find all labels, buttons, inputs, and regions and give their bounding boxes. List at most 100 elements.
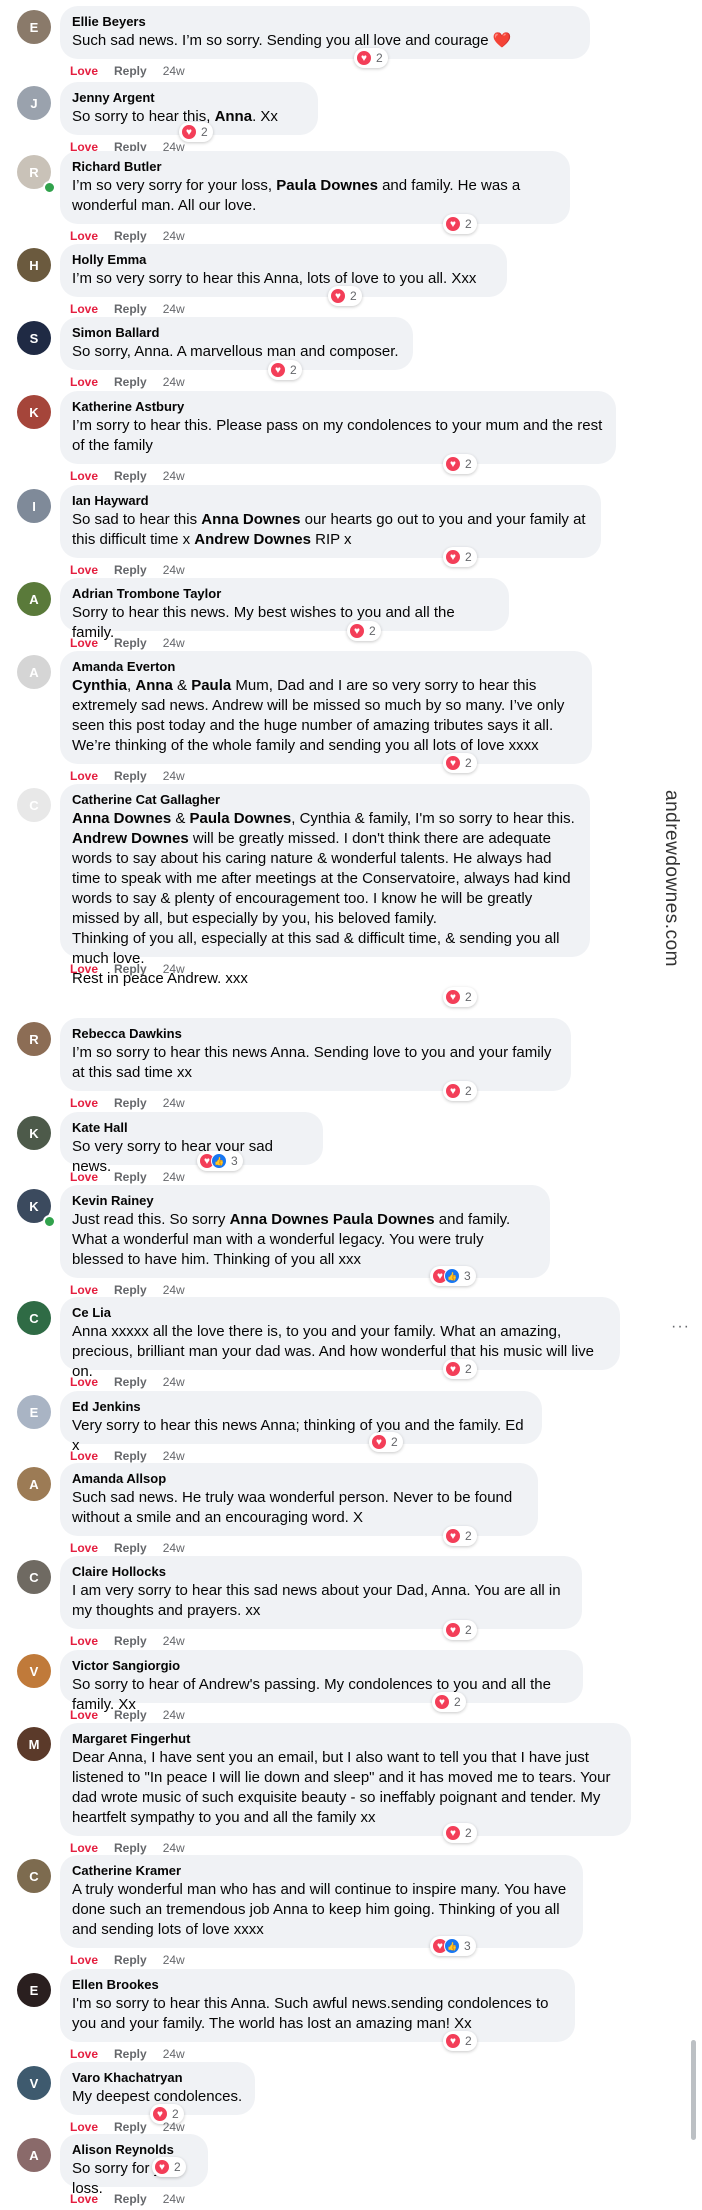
avatar[interactable]: A [17,1467,51,1501]
love-button[interactable]: Love [70,1841,98,1855]
love-button[interactable]: Love [70,64,98,78]
love-button[interactable]: Love [70,469,98,483]
reply-button[interactable]: Reply [114,1841,147,1855]
reply-button[interactable]: Reply [114,1634,147,1648]
reaction-summary[interactable]: ♥ 2 [432,1692,466,1712]
comment-author[interactable]: Jenny Argent [72,89,306,106]
comment-timestamp[interactable]: 24w [163,375,185,389]
reply-button[interactable]: Reply [114,1708,147,1722]
love-button[interactable]: Love [70,1096,98,1110]
reply-button[interactable]: Reply [114,2047,147,2061]
avatar[interactable]: E [17,1395,51,1429]
avatar[interactable]: K [17,395,51,429]
reaction-summary[interactable]: ♥ 2 [443,1526,477,1546]
comment-author[interactable]: Ellen Brookes [72,1976,563,1993]
love-button[interactable]: Love [70,1283,98,1297]
comment-author[interactable]: Ellie Beyers [72,13,578,30]
comment-timestamp[interactable]: 24w [163,1375,185,1389]
avatar[interactable]: K [17,1116,51,1150]
reaction-summary[interactable]: ♥ 2 [369,1432,403,1452]
love-button[interactable]: Love [70,2192,98,2206]
love-button[interactable]: Love [70,1634,98,1648]
comment-timestamp[interactable]: 24w [163,1096,185,1110]
comment-author[interactable]: Holly Emma [72,251,495,268]
comment-timestamp[interactable]: 24w [163,1953,185,1967]
reaction-summary[interactable]: ♥ 2 [443,753,477,773]
reaction-summary[interactable]: ♥ 2 [443,1620,477,1640]
love-button[interactable]: Love [70,229,98,243]
avatar[interactable]: A [17,2138,51,2172]
comment-timestamp[interactable]: 24w [163,1841,185,1855]
comment-timestamp[interactable]: 24w [163,1170,185,1184]
reply-button[interactable]: Reply [114,1375,147,1389]
comment-timestamp[interactable]: 24w [163,769,185,783]
mention-link[interactable]: Paula Downes [190,810,292,827]
comment-timestamp[interactable]: 24w [163,1708,185,1722]
comment-timestamp[interactable]: 24w [163,302,185,316]
comment-author[interactable]: Catherine Cat Gallagher [72,791,578,808]
comment-timestamp[interactable]: 24w [163,1449,185,1463]
love-button[interactable]: Love [70,1375,98,1389]
reaction-summary[interactable]: ♥ 2 [443,987,477,1007]
love-button[interactable]: Love [70,2120,98,2134]
reaction-summary[interactable]: ♥ 2 [443,2031,477,2051]
avatar[interactable]: H [17,248,51,282]
reply-button[interactable]: Reply [114,636,147,650]
comment-timestamp[interactable]: 24w [163,636,185,650]
comment-timestamp[interactable]: 24w [163,2120,185,2134]
more-options-icon[interactable]: ··· [671,1318,690,1336]
avatar[interactable]: C [17,788,51,822]
comment-timestamp[interactable]: 24w [163,2192,185,2206]
comment-author[interactable]: Amanda Allsop [72,1470,526,1487]
love-button[interactable]: Love [70,769,98,783]
reaction-summary[interactable]: ♥ 2 [443,214,477,234]
reaction-summary[interactable]: ♥ 2 [354,48,388,68]
reaction-summary[interactable]: ♥ 2 [443,454,477,474]
mention-link[interactable]: Paula [191,677,231,694]
avatar[interactable]: S [17,321,51,355]
love-button[interactable]: Love [70,1708,98,1722]
reaction-summary[interactable]: ♥ 👍 3 [197,1151,243,1171]
avatar[interactable]: C [17,1560,51,1594]
reply-button[interactable]: Reply [114,229,147,243]
mention-link[interactable]: Andrew Downes [72,830,189,847]
reply-button[interactable]: Reply [114,1096,147,1110]
mention-link[interactable]: Anna [215,108,253,125]
reply-button[interactable]: Reply [114,1170,147,1184]
love-button[interactable]: Love [70,2047,98,2061]
love-button[interactable]: Love [70,1170,98,1184]
reply-button[interactable]: Reply [114,769,147,783]
mention-link[interactable]: Anna Downes [201,511,300,528]
reply-button[interactable]: Reply [114,2120,147,2134]
reply-button[interactable]: Reply [114,1541,147,1555]
avatar[interactable]: A [17,655,51,689]
comment-author[interactable]: Rebecca Dawkins [72,1025,559,1042]
love-button[interactable]: Love [70,1449,98,1463]
comment-timestamp[interactable]: 24w [163,1634,185,1648]
love-button[interactable]: Love [70,1953,98,1967]
comment-author[interactable]: Ed Jenkins [72,1398,530,1415]
reaction-summary[interactable]: ♥ 👍 3 [430,1936,476,1956]
comment-timestamp[interactable]: 24w [163,64,185,78]
reaction-summary[interactable]: ♥ 2 [443,1081,477,1101]
avatar[interactable]: C [17,1859,51,1893]
avatar[interactable]: C [17,1301,51,1335]
avatar[interactable]: E [17,1973,51,2007]
mention-link[interactable]: Paula Downes [333,1211,435,1228]
love-button[interactable]: Love [70,1541,98,1555]
comment-author[interactable]: Ian Hayward [72,492,589,509]
avatar[interactable]: I [17,489,51,523]
comment-author[interactable]: Victor Sangiorgio [72,1657,571,1674]
avatar[interactable]: R [17,1022,51,1056]
comment-author[interactable]: Alison Reynolds [72,2141,196,2158]
reply-button[interactable]: Reply [114,64,147,78]
reaction-summary[interactable]: ♥ 2 [443,1823,477,1843]
comment-timestamp[interactable]: 24w [163,1541,185,1555]
comment-timestamp[interactable]: 24w [163,1283,185,1297]
reply-button[interactable]: Reply [114,563,147,577]
reaction-summary[interactable]: ♥ 👍 3 [430,1266,476,1286]
love-button[interactable]: Love [70,302,98,316]
comment-author[interactable]: Varo Khachatryan [72,2069,243,2086]
reply-button[interactable]: Reply [114,302,147,316]
reaction-summary[interactable]: ♥ 2 [152,2157,186,2177]
